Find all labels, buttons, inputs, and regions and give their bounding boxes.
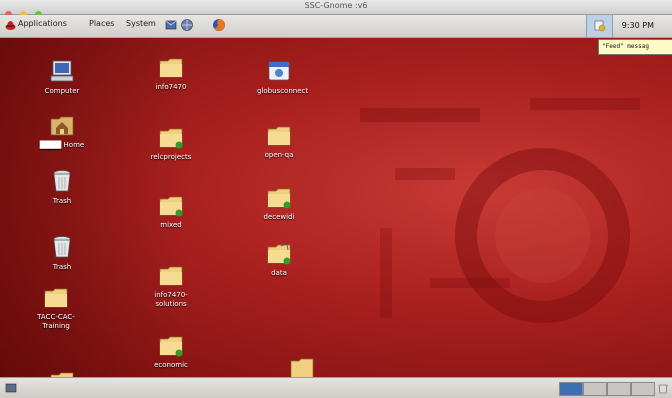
window-title: SSC-Gnome :v6 [304, 1, 368, 10]
folder-icon [159, 58, 183, 78]
desktop-icon-label: Trash [52, 197, 72, 205]
workspace-4[interactable] [631, 382, 655, 396]
folder-link-icon [159, 128, 183, 149]
workspace-1[interactable] [559, 382, 583, 396]
trash-icon [53, 170, 71, 192]
wallpaper-shape [530, 98, 640, 110]
window-titlebar[interactable]: SSC-Gnome :v6 [0, 0, 672, 18]
desktop-icon-computer[interactable]: Computer [22, 58, 102, 96]
panel-clock[interactable]: 9:30 PM [622, 21, 654, 30]
top-panel: Applications Places System 9:30 PM [0, 15, 672, 38]
desktop-icon-economic[interactable]: economic [131, 334, 211, 370]
desktop-icon-label: info7470 [155, 83, 187, 91]
folder-link-icon [267, 188, 291, 209]
bottom-panel [0, 377, 672, 398]
desktop-icon-data[interactable]: data [239, 242, 319, 278]
folder-icon [267, 126, 291, 146]
menu-applications[interactable]: Applications [18, 19, 67, 28]
desktop-icon-info7470[interactable]: info7470 [131, 56, 211, 92]
menu-system[interactable]: System [126, 19, 156, 28]
desktop-icon-label: globusconnect [257, 87, 309, 95]
trash-icon [53, 236, 71, 258]
workspace-2[interactable] [583, 382, 607, 396]
desktop-icon-decewidi[interactable]: decewidi [239, 186, 319, 222]
menu-places[interactable]: Places [89, 19, 114, 28]
folder-icon [159, 266, 183, 286]
desktop-icon-label: TACC-CAC-Training [37, 313, 75, 330]
workspace-3[interactable] [607, 382, 631, 396]
notification-applet[interactable] [586, 15, 613, 37]
redhat-logo-icon [5, 21, 16, 30]
desktop-icon-home[interactable]: ████ Home [22, 112, 102, 150]
home-folder-icon [50, 116, 74, 136]
desktop-icon-label: open-qa [264, 151, 294, 159]
folder-link-icon [267, 243, 291, 265]
desktop-icon-label: mixed [160, 221, 182, 229]
notification-icon [594, 20, 606, 32]
firefox-icon[interactable] [212, 18, 226, 32]
desktop-icon-mixed[interactable]: mixed [131, 194, 211, 230]
desktop-icon-label: economic [154, 361, 188, 369]
folder-icon [44, 288, 68, 308]
desktop-icon-label: relcprojects [150, 153, 192, 161]
folder-icon[interactable] [289, 356, 315, 377]
notification-tooltip: "Feed" messag [598, 39, 672, 55]
desktop-icon-label: data [271, 269, 287, 277]
desktop[interactable]: Computer ████ Home Trash Trash TACC-CAC-… [0, 38, 672, 377]
desktop-icon-label: decewidi [263, 213, 295, 221]
show-desktop-icon[interactable] [5, 382, 17, 394]
desktop-icon-open-qa[interactable]: open-qa [239, 124, 319, 160]
wallpaper-shape [495, 188, 590, 283]
desktop-icon-trash[interactable]: Trash [22, 168, 102, 206]
wallpaper-shape [360, 108, 480, 122]
desktop-icon-relcprojects[interactable]: relcprojects [131, 126, 211, 162]
wallpaper-shape [430, 278, 510, 288]
application-icon [268, 61, 290, 81]
wallpaper-shape [380, 228, 392, 318]
trash-applet-icon[interactable] [658, 382, 668, 394]
desktop-icon-label: info7470-solutions [154, 291, 188, 308]
desktop-icon-info7470-solutions[interactable]: info7470-solutions [131, 264, 211, 309]
desktop-icon-tacc-cac-training[interactable]: TACC-CAC-Training [16, 286, 96, 331]
mail-launcher-icon[interactable] [165, 18, 179, 32]
desktop-icon-label: Trash [52, 263, 72, 271]
folder-link-icon [159, 336, 183, 357]
folder-link-icon [159, 196, 183, 217]
desktop-icon-label: ████ Home [39, 141, 85, 149]
wallpaper-shape [395, 168, 455, 180]
network-launcher-icon[interactable] [180, 18, 194, 32]
computer-icon [50, 60, 74, 82]
folder-icon[interactable] [49, 370, 75, 377]
desktop-icon-label: Computer [44, 87, 80, 95]
desktop-icon-globusconnect[interactable]: globusconnect [239, 58, 319, 96]
desktop-icon-trash-2[interactable]: Trash [22, 234, 102, 272]
